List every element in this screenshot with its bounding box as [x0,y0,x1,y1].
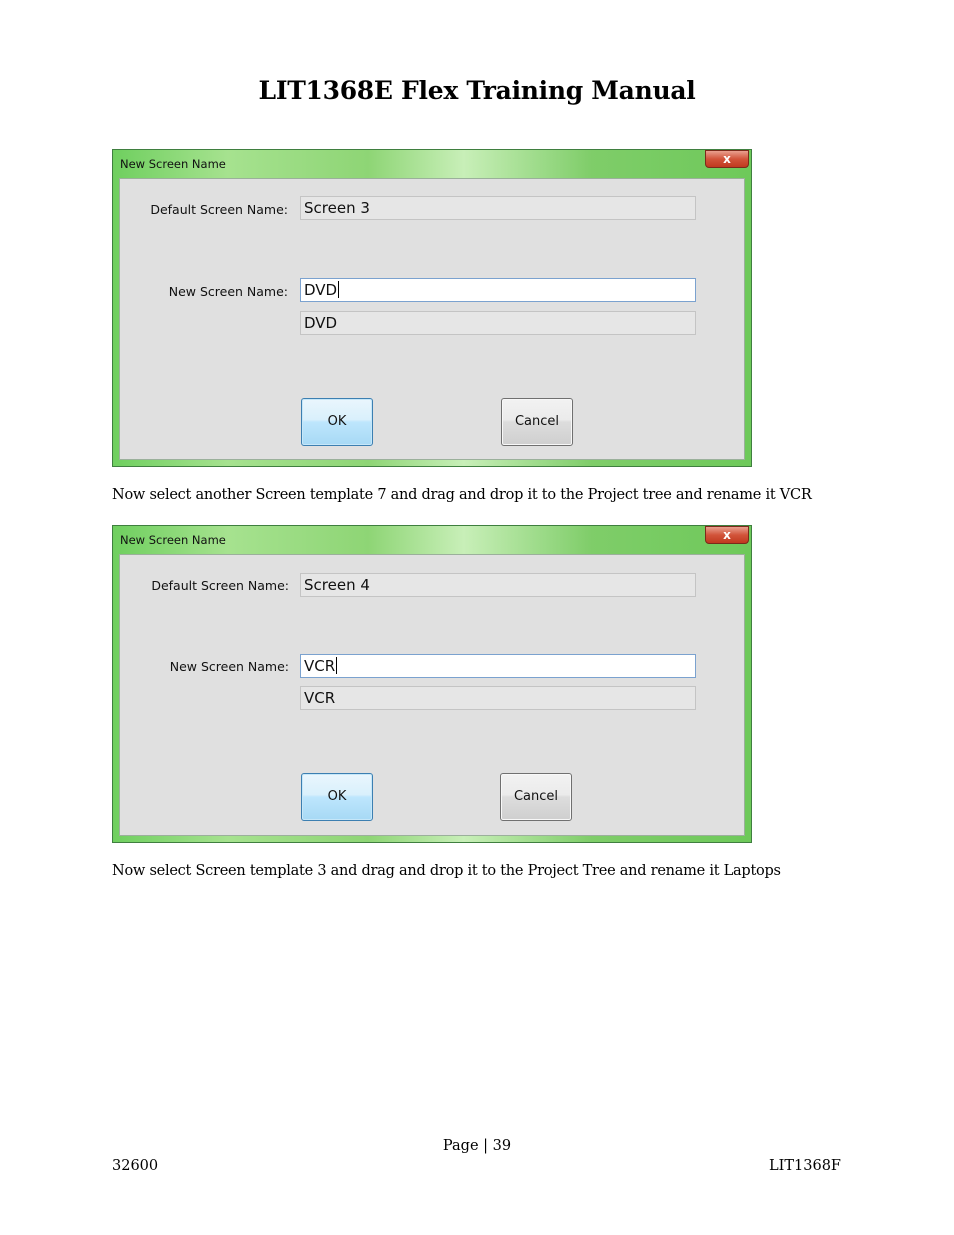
page-title: LIT1368E Flex Training Manual [258,76,696,105]
close-icon: x [723,152,731,166]
cancel-button[interactable]: Cancel [500,773,572,821]
screen-name-preview-field: VCR [300,686,696,710]
cancel-button[interactable]: Cancel [501,398,573,446]
default-screen-name-field: Screen 3 [300,196,696,220]
close-button[interactable]: x [705,150,749,168]
dialog-body: Default Screen Name: Screen 3 New Screen… [119,178,745,460]
close-icon: x [723,528,731,542]
new-screen-name-input[interactable]: VCR [300,654,696,678]
new-screen-name-input[interactable]: DVD [300,278,696,302]
default-screen-name-label: Default Screen Name: [151,578,289,593]
dialog-title: New Screen Name [120,157,226,171]
default-screen-name-field: Screen 4 [300,573,696,597]
new-screen-name-dialog: New Screen Name x Default Screen Name: S… [112,149,752,467]
instruction-paragraph: Now select Screen template 3 and drag an… [112,863,781,879]
page-number: Page | 39 [442,1138,512,1154]
text-caret [336,657,338,674]
instruction-paragraph: Now select another Screen template 7 and… [112,487,812,503]
text-caret [338,281,340,298]
ok-button[interactable]: OK [301,773,373,821]
footer-left-code: 32600 [112,1158,159,1174]
footer-right-code: LIT1368F [769,1158,841,1174]
new-screen-name-value: VCR [304,657,336,675]
new-screen-name-label: New Screen Name: [169,659,289,674]
new-screen-name-label: New Screen Name: [168,284,288,299]
default-screen-name-label: Default Screen Name: [150,202,288,217]
dialog-title: New Screen Name [120,533,226,547]
screen-name-preview-field: DVD [300,311,696,335]
close-button[interactable]: x [705,526,749,544]
ok-button[interactable]: OK [301,398,373,446]
dialog-titlebar[interactable]: New Screen Name x [113,526,751,554]
new-screen-name-dialog: New Screen Name x Default Screen Name: S… [112,525,752,843]
new-screen-name-value: DVD [304,281,338,299]
dialog-titlebar[interactable]: New Screen Name x [113,150,751,178]
dialog-body: Default Screen Name: Screen 4 New Screen… [119,554,745,836]
